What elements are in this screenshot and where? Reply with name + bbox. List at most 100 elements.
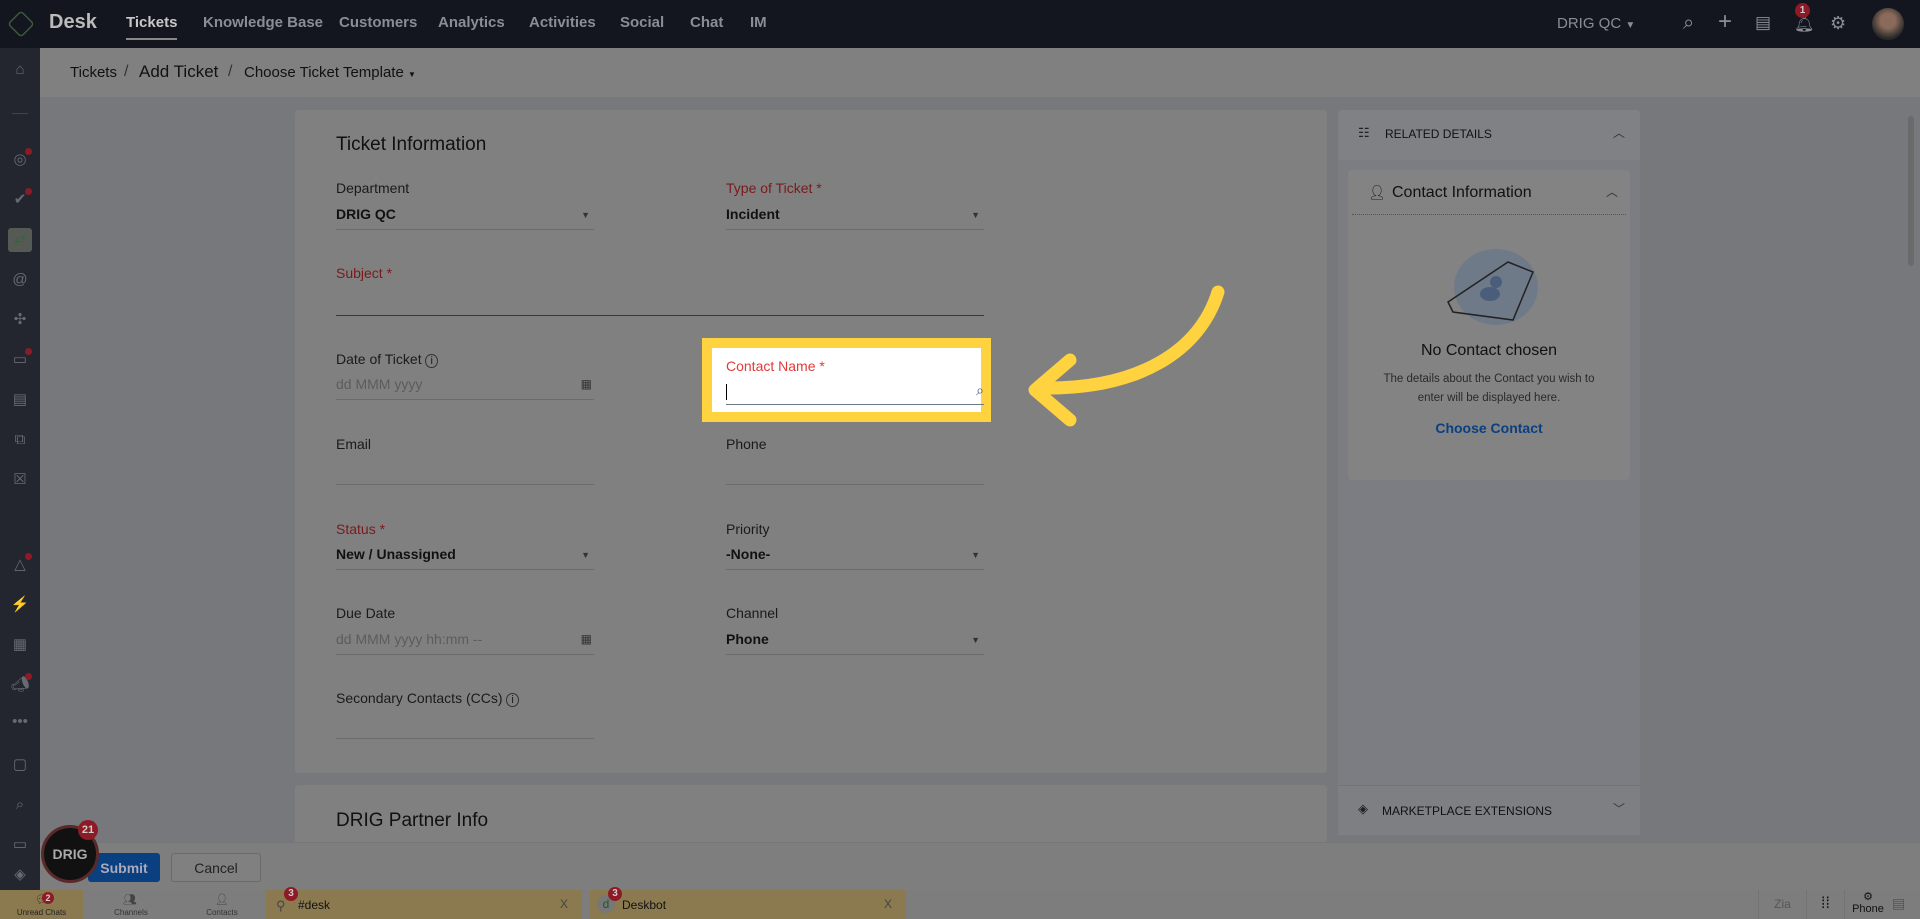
contacts-label: Contacts	[206, 908, 238, 917]
ccs-label: Secondary Contacts (CCs) i	[336, 690, 519, 707]
ccs-input[interactable]	[336, 714, 594, 739]
department-select[interactable]: DRIG QC ▼	[336, 206, 594, 230]
due-date-label: Due Date	[336, 605, 396, 621]
marketplace-extensions-header[interactable]: ◈ MARKETPLACE EXTENSIONS ﹀	[1338, 785, 1640, 835]
phone-button[interactable]: ⚙ Phone	[1844, 890, 1890, 919]
avatar[interactable]	[1872, 8, 1904, 40]
zia-icon[interactable]: Zia	[1758, 890, 1806, 919]
contact-icon: 👤︎	[215, 894, 229, 906]
template-chooser[interactable]: Choose Ticket Template ▼	[244, 64, 416, 81]
nav-customers[interactable]: Customers	[339, 14, 417, 31]
date-input[interactable]: dd MMM yyyy ▦	[336, 376, 594, 400]
tab-name: #desk	[298, 898, 331, 912]
chevron-up-icon[interactable]: ︿	[1606, 183, 1618, 200]
empty-description: The details about the Contact you wish t…	[1383, 373, 1595, 404]
type-select[interactable]: Incident ▼	[726, 206, 984, 230]
contacts-tab[interactable]: 👤︎ Contacts	[179, 890, 265, 919]
search-kb-icon[interactable]: ⌕	[8, 793, 32, 817]
tasks-icon[interactable]: ✔	[8, 188, 32, 212]
info-icon[interactable]: i	[425, 354, 438, 368]
caret-down-icon: ▼	[407, 70, 416, 79]
notes-icon[interactable]: ▦	[8, 633, 32, 657]
close-icon[interactable]: X	[884, 897, 892, 911]
info-icon[interactable]: i	[506, 693, 519, 707]
due-date-placeholder: dd MMM yyyy hh:mm --	[336, 631, 483, 647]
caret-down-icon: ▼	[971, 550, 980, 560]
subject-input[interactable]	[336, 290, 984, 316]
related-details-title: RELATED DETAILS	[1385, 127, 1492, 141]
contact-name-input[interactable]: ⌕	[726, 382, 984, 405]
chevron-up-icon[interactable]: ︿	[1613, 124, 1625, 141]
email-input[interactable]	[336, 460, 594, 485]
form-actions-bar: Submit Cancel	[40, 842, 1920, 890]
tray-icon[interactable]: ▤	[1892, 895, 1905, 912]
breadcrumb-tickets[interactable]: Tickets	[70, 64, 117, 81]
scrollbar[interactable]	[1906, 110, 1916, 840]
nav-analytics[interactable]: Analytics	[438, 14, 505, 31]
breadcrumb: Tickets / Add Ticket / Choose Ticket Tem…	[40, 48, 1920, 97]
contracts-icon[interactable]: ☒	[8, 468, 32, 492]
caret-down-icon: ▼	[581, 550, 590, 560]
chat-tab-desk[interactable]: ⚲ 3 #desk X	[266, 887, 582, 919]
integrations-icon[interactable]: ✣	[8, 308, 32, 332]
calendar-icon[interactable]: ▦	[581, 632, 592, 646]
choose-contact-link[interactable]: Choose Contact	[1348, 420, 1630, 436]
priority-select[interactable]: -None- ▼	[726, 546, 984, 570]
priority-label: Priority	[726, 521, 770, 537]
notification-badge: 1	[1795, 3, 1810, 18]
close-icon[interactable]: X	[560, 897, 568, 911]
gear-icon[interactable]: ⚙	[1830, 13, 1846, 34]
search-icon[interactable]: ⌕	[1683, 12, 1694, 35]
phone-input[interactable]	[726, 460, 984, 485]
nav-activities[interactable]: Activities	[529, 14, 596, 31]
status-select[interactable]: New / Unassigned ▼	[336, 546, 594, 570]
search-icon[interactable]: ⌕	[976, 382, 984, 399]
channels-tab[interactable]: 👥︎ Channels	[83, 890, 179, 919]
ticket-info-icon[interactable]: ▤	[1755, 13, 1771, 33]
scrollbar-thumb[interactable]	[1908, 116, 1914, 266]
dialpad-icon[interactable]: ⁞⁞	[1806, 890, 1844, 919]
products-icon[interactable]: ⧉	[8, 428, 32, 452]
mention-icon[interactable]: @	[8, 268, 32, 292]
channels-icon: 👥︎	[123, 894, 137, 906]
home-icon[interactable]: ⌂	[8, 58, 32, 82]
notebook-icon[interactable]: ▢	[8, 753, 32, 777]
contact-name-label: Contact Name *	[726, 358, 825, 374]
calendar-icon[interactable]: ▦	[581, 377, 592, 391]
tab-name: Deskbot	[622, 898, 667, 912]
template-label: Choose Ticket Template	[244, 64, 404, 81]
nav-tickets[interactable]: Tickets	[126, 14, 178, 40]
announcements-icon[interactable]: 📣︎	[8, 673, 32, 697]
related-details-panel: ☷ RELATED DETAILS ︿ 👤︎ Contact Informati…	[1338, 110, 1640, 835]
app-logo-icon	[7, 10, 35, 38]
related-details-header[interactable]: ☷ RELATED DETAILS ︿	[1338, 110, 1640, 160]
drig-logo-text: DRIG	[52, 846, 88, 862]
analytics-icon[interactable]: △	[8, 553, 32, 577]
channel-select[interactable]: Phone ▼	[726, 631, 984, 655]
cancel-button[interactable]: Cancel	[171, 853, 261, 882]
empty-contact-illustration	[1447, 249, 1538, 325]
articles-icon[interactable]: ▤	[8, 388, 32, 412]
unread-count-badge: 2	[42, 892, 54, 904]
chevron-down-icon: ▼	[1625, 20, 1636, 31]
layers-icon[interactable]: ◈	[8, 863, 32, 887]
unread-chats-tab[interactable]: 💬︎ 2 Unread Chats	[0, 890, 83, 919]
reports-folder-icon[interactable]: ▭	[8, 348, 32, 372]
nav-chat[interactable]: Chat	[690, 14, 723, 31]
nav-social[interactable]: Social	[620, 14, 664, 31]
chat-widget-badge: 21	[78, 820, 98, 840]
activity-icon[interactable]: ◎	[8, 148, 32, 172]
tickets-module-icon[interactable]: ⇄	[8, 228, 32, 252]
chevron-down-icon[interactable]: ﹀	[1613, 800, 1625, 817]
status-label: Status *	[336, 521, 386, 537]
nav-im[interactable]: IM	[750, 14, 767, 31]
contact-name-highlight: Contact Name * ⌕	[702, 338, 991, 422]
zia-icon[interactable]: ⚡	[8, 593, 32, 617]
wallet-icon[interactable]: ▭	[8, 833, 32, 857]
due-date-input[interactable]: dd MMM yyyy hh:mm -- ▦	[336, 631, 594, 655]
org-switcher[interactable]: DRIG QC ▼	[1557, 15, 1635, 32]
plus-icon[interactable]: +	[1718, 8, 1732, 36]
chat-tab-deskbot[interactable]: d 3 Deskbot X	[590, 887, 906, 919]
nav-knowledge-base[interactable]: Knowledge Base	[203, 14, 323, 31]
more-icon[interactable]: •••	[8, 710, 32, 734]
